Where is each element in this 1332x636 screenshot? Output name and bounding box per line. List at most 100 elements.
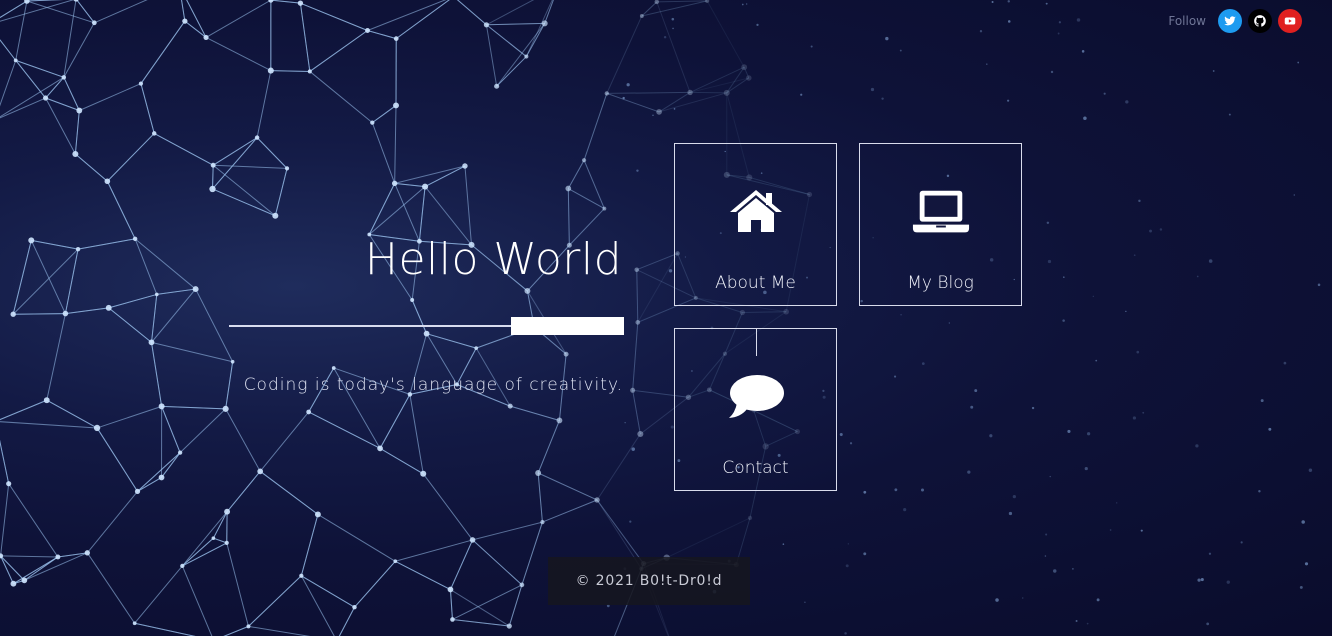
star-dot (800, 93, 803, 96)
network-node (370, 120, 375, 125)
network-line (0, 555, 14, 584)
network-line (151, 342, 163, 407)
tile-my-blog[interactable]: My Blog (859, 143, 1022, 306)
tile-contact[interactable]: Contact (674, 328, 837, 491)
star-dot (622, 96, 625, 100)
network-line (65, 307, 109, 315)
star-dot (995, 598, 999, 602)
star-dot (974, 389, 978, 393)
star-dot (1196, 275, 1199, 278)
network-node (474, 346, 479, 350)
star-dot (893, 375, 897, 378)
network-line (225, 361, 234, 409)
network-line (449, 589, 453, 620)
network-node (6, 481, 12, 487)
network-node (55, 554, 61, 560)
star-dot (1081, 50, 1085, 53)
network-line (309, 30, 368, 72)
star-dot (1195, 444, 1199, 448)
network-line (395, 539, 473, 562)
network-line (181, 565, 213, 636)
network-node (224, 508, 231, 515)
network-node (783, 308, 789, 315)
star-dot (1045, 533, 1048, 536)
youtube-link[interactable] (1278, 9, 1302, 33)
star-dot (1260, 399, 1264, 403)
star-dot (1075, 619, 1078, 622)
network-line (96, 427, 138, 492)
star-dot (1109, 529, 1112, 531)
network-node (462, 163, 468, 169)
network-node (42, 95, 49, 101)
network-node (723, 89, 730, 96)
star-dot (1050, 70, 1054, 74)
network-line (106, 133, 155, 182)
network-line (45, 77, 65, 99)
star-dot (979, 30, 983, 33)
network-line (256, 70, 272, 138)
network-line (742, 311, 787, 314)
star-dot (1212, 70, 1215, 72)
network-line (394, 183, 420, 242)
star-dot (847, 543, 849, 545)
hero-divider-bar (511, 317, 624, 335)
network-node (299, 573, 304, 578)
footer-copyright: © 2021 B0!t-Dr0!d (548, 557, 750, 605)
network-line (248, 575, 302, 627)
network-node (687, 89, 693, 96)
star-dot (870, 87, 875, 92)
network-node (637, 430, 644, 438)
network-line (86, 491, 138, 554)
network-node (563, 351, 569, 357)
network-line (270, 0, 301, 4)
network-line (422, 473, 473, 541)
network-line (8, 483, 59, 558)
tile-about-me[interactable]: About Me (674, 143, 837, 306)
network-line (74, 110, 80, 155)
network-line (15, 0, 28, 61)
network-node (565, 185, 572, 192)
star-dot (1049, 475, 1051, 478)
network-node (222, 405, 229, 412)
network-line (472, 521, 543, 541)
network-line (134, 622, 196, 636)
star-dot (839, 433, 843, 437)
network-line (186, 0, 207, 38)
network-node (391, 180, 398, 187)
network-line (205, 0, 272, 38)
network-line (0, 483, 10, 556)
network-line (195, 288, 234, 362)
tile-label-about-me: About Me (715, 273, 796, 293)
network-node (10, 580, 17, 587)
network-line (134, 238, 158, 295)
network-line (706, 0, 745, 68)
network-line (94, 0, 148, 24)
network-node (423, 330, 430, 337)
star-dot (885, 36, 889, 41)
network-lines (0, 0, 810, 636)
network-line (212, 137, 258, 190)
network-node (267, 67, 274, 74)
star-dot (849, 442, 853, 445)
star-dot (1007, 20, 1011, 23)
twitter-link[interactable] (1218, 9, 1242, 33)
network-line (394, 165, 466, 184)
network-node (422, 183, 429, 190)
network-line (106, 181, 136, 240)
star-dot (1149, 229, 1152, 233)
network-node (93, 424, 101, 432)
star-dot (1125, 310, 1127, 313)
network-line (161, 406, 181, 453)
star-dot (810, 45, 813, 48)
github-link[interactable] (1248, 9, 1272, 33)
network-node (132, 236, 138, 242)
network-node (10, 311, 16, 317)
network-node (541, 20, 548, 27)
network-line (486, 22, 545, 26)
star-dot (672, 27, 674, 30)
star-dot (1208, 552, 1212, 555)
star-dot (1047, 259, 1052, 264)
network-node (105, 304, 112, 311)
star-dot (1258, 490, 1261, 493)
network-node (72, 151, 79, 158)
